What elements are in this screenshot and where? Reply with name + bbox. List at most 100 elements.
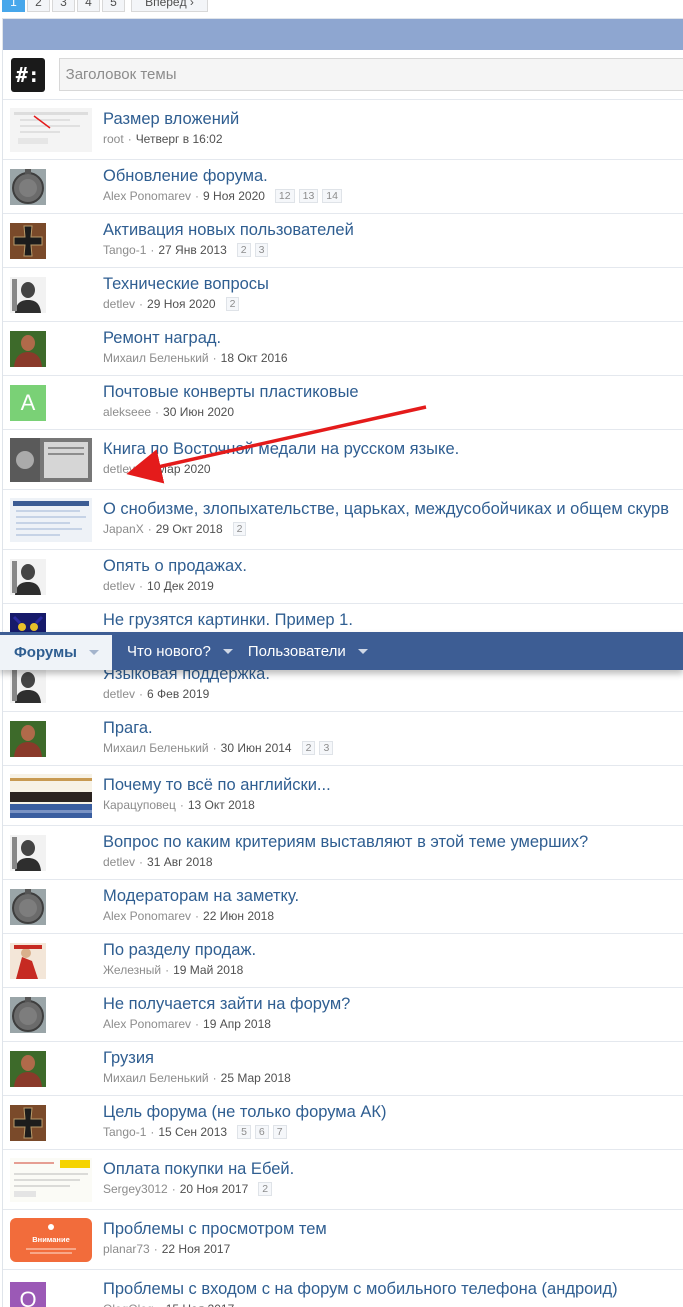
page-link[interactable]: 1	[2, 0, 25, 12]
thread-title-link[interactable]: Цель форума (не только форума АК)	[103, 1103, 387, 1122]
thread-row[interactable]: Опять о продажах. detlev · 10 Дек 2019	[3, 550, 683, 604]
doc-thumbnail[interactable]	[10, 498, 92, 542]
thread-author-link[interactable]: Tango-1	[103, 243, 146, 257]
thread-start-date[interactable]: 9 Ноя 2020	[203, 189, 265, 203]
thread-title-link[interactable]: Опять о продажах.	[103, 557, 247, 576]
thread-author-link[interactable]: OlegOleg	[103, 1302, 154, 1307]
thread-author-link[interactable]: Alex Ponomarev	[103, 1017, 191, 1031]
nav-tab[interactable]: Что нового?	[112, 632, 233, 670]
thread-row[interactable]: Ремонт наград. Михаил Беленький · 18 Окт 20…	[3, 322, 683, 376]
thread-start-date[interactable]: 29 Ноя 2020	[147, 297, 216, 311]
thread-title-link[interactable]: Технические вопросы	[103, 275, 269, 294]
thread-start-date[interactable]: 30 Июн 2020	[163, 405, 234, 419]
thread-start-date[interactable]: 31 Авг 2018	[147, 855, 212, 869]
thread-title-link[interactable]: Почтовые конверты пластиковые	[103, 383, 359, 402]
thread-row[interactable]: Модераторам на заметку. Alex Ponomarev · 22…	[3, 880, 683, 934]
thread-author-link[interactable]: Железный	[103, 963, 161, 977]
thread-page-link[interactable]: 2	[232, 522, 247, 536]
thread-row[interactable]: A Почтовые конверты пластиковые alekseee · 3…	[3, 376, 683, 430]
thread-start-date[interactable]: 10 Дек 2019	[147, 579, 214, 593]
chevron-down-icon[interactable]	[357, 648, 368, 654]
thread-start-date[interactable]: 22 Июн 2018	[203, 909, 274, 923]
thread-start-date[interactable]: 25 Мар 2018	[221, 1071, 291, 1085]
thread-row[interactable]: O Проблемы с входом с на форум с мобильно…	[3, 1270, 683, 1307]
thread-row[interactable]: Размер вложений root · Четверг в 16:02	[3, 100, 683, 160]
book-thumbnail[interactable]	[10, 438, 92, 482]
thread-row[interactable]: Почему то всё по английски... Карацуповец…	[3, 766, 683, 826]
thread-author-link[interactable]: detlev	[103, 297, 135, 311]
thread-start-date[interactable]: 6 Фев 2019	[147, 687, 209, 701]
thread-page-link[interactable]: 12	[274, 189, 295, 203]
thread-page-link[interactable]: 14	[322, 189, 342, 203]
page-link[interactable]: 5	[102, 0, 125, 12]
ebay-thumbnail[interactable]	[10, 1158, 92, 1202]
warning-thumbnail[interactable]: Внимание	[10, 1218, 92, 1262]
portrait-icon[interactable]	[10, 835, 46, 871]
thread-title-link[interactable]: Проблемы с просмотром тем	[103, 1220, 327, 1239]
thread-page-link[interactable]: 6	[254, 1125, 269, 1139]
medal-icon[interactable]	[10, 889, 46, 925]
thread-start-date[interactable]: 5 Мар 2020	[147, 462, 211, 476]
thread-author-link[interactable]: detlev	[103, 687, 135, 701]
thread-page-link[interactable]: 3	[319, 741, 334, 755]
thread-author-link[interactable]: planar73	[103, 1242, 150, 1256]
thread-page-link[interactable]: 2	[258, 1182, 273, 1196]
chevron-down-icon[interactable]	[222, 648, 233, 654]
banner-thumbnail[interactable]	[10, 774, 92, 818]
next-page-button[interactable]: Вперёд ›	[131, 0, 208, 12]
thread-page-link[interactable]: 2	[225, 297, 240, 311]
thread-start-date[interactable]: 27 Янв 2013	[158, 243, 226, 257]
thread-author-link[interactable]: Михаил Беленький	[103, 1071, 209, 1085]
thread-author-link[interactable]: Alex Ponomarev	[103, 189, 191, 203]
thread-row[interactable]: Технические вопросы detlev · 29 Ноя 2020 2	[3, 268, 683, 322]
thread-title-link[interactable]: О снобизме, злопыхательстве, царьках, ме…	[103, 500, 669, 519]
thread-start-date[interactable]: 20 Ноя 2017	[180, 1182, 249, 1196]
thread-start-date[interactable]: 19 Апр 2018	[203, 1017, 271, 1031]
thread-row[interactable]: Грузия Михаил Беленький · 25 Мар 2018	[3, 1042, 683, 1096]
thread-author-link[interactable]: Tango-1	[103, 1125, 146, 1139]
medal-icon[interactable]	[10, 997, 46, 1033]
thread-title-link[interactable]: Почему то всё по английски...	[103, 776, 331, 795]
thread-page-link[interactable]: 7	[272, 1125, 287, 1139]
portrait-icon[interactable]	[10, 277, 46, 313]
letter[interactable]: O	[10, 1282, 46, 1307]
thread-title-link[interactable]: Грузия	[103, 1049, 154, 1068]
thread-title-link[interactable]: По разделу продаж.	[103, 941, 256, 960]
letter[interactable]: A	[10, 385, 46, 421]
thread-row[interactable]: Книга по Восточной медали на русском язы…	[3, 430, 683, 490]
thread-start-date[interactable]: 15 Ноя 2017	[166, 1302, 235, 1307]
thread-author-link[interactable]: detlev	[103, 579, 135, 593]
person-avatar[interactable]	[10, 1051, 46, 1087]
thread-row[interactable]: Оплата покупки на Ебей. Sergey3012 · 20 Ноя…	[3, 1150, 683, 1210]
iron-cross-icon[interactable]	[10, 1105, 46, 1141]
thread-title-link[interactable]: Активация новых пользователей	[103, 221, 354, 240]
thread-title-link[interactable]: Ремонт наград.	[103, 329, 221, 348]
thread-start-date[interactable]: 19 Май 2018	[173, 963, 243, 977]
thread-start-date[interactable]: 18 Окт 2016	[221, 351, 288, 365]
thread-author-link[interactable]: detlev	[103, 855, 135, 869]
nav-tab[interactable]: Форумы	[0, 632, 112, 670]
thread-start-date[interactable]: 22 Ноя 2017	[162, 1242, 231, 1256]
thread-row[interactable]: Прага. Михаил Беленький · 30 Июн 2014 2 3	[3, 712, 683, 766]
thread-title-link[interactable]: Модераторам на заметку.	[103, 887, 299, 906]
page-link[interactable]: 4	[77, 0, 100, 12]
thread-row[interactable]: Активация новых пользователей Tango-1 · 27 …	[3, 214, 683, 268]
nav-tab[interactable]: Пользователи	[233, 632, 368, 670]
thread-author-link[interactable]: Михаил Беленький	[103, 741, 209, 755]
person-avatar[interactable]	[10, 721, 46, 757]
screenshot-thumbnail[interactable]	[10, 108, 92, 152]
chevron-down-icon[interactable]	[88, 650, 99, 655]
thread-row[interactable]: Обновление форума. Alex Ponomarev · 9 Ноя 2…	[3, 160, 683, 214]
thread-title-link[interactable]: Проблемы с входом с на форум с мобильног…	[103, 1280, 618, 1299]
thread-title-link[interactable]: Не получается зайти на форум?	[103, 995, 350, 1014]
thread-row[interactable]: Внимание Проблемы с просмотром тем planar7…	[3, 1210, 683, 1270]
thread-title-link[interactable]: Не грузятся картинки. Пример 1.	[103, 611, 353, 630]
page-link[interactable]: 2	[27, 0, 50, 12]
thread-start-date[interactable]: 30 Июн 2014	[221, 741, 292, 755]
topic-title-input[interactable]: Заголовок темы	[58, 58, 683, 91]
thread-author-link[interactable]: root	[103, 132, 124, 146]
thread-author-link[interactable]: Михаил Беленький	[103, 351, 209, 365]
thread-author-link[interactable]: Sergey3012	[103, 1182, 168, 1196]
thread-author-link[interactable]: Alex Ponomarev	[103, 909, 191, 923]
portrait-icon[interactable]	[10, 667, 46, 703]
